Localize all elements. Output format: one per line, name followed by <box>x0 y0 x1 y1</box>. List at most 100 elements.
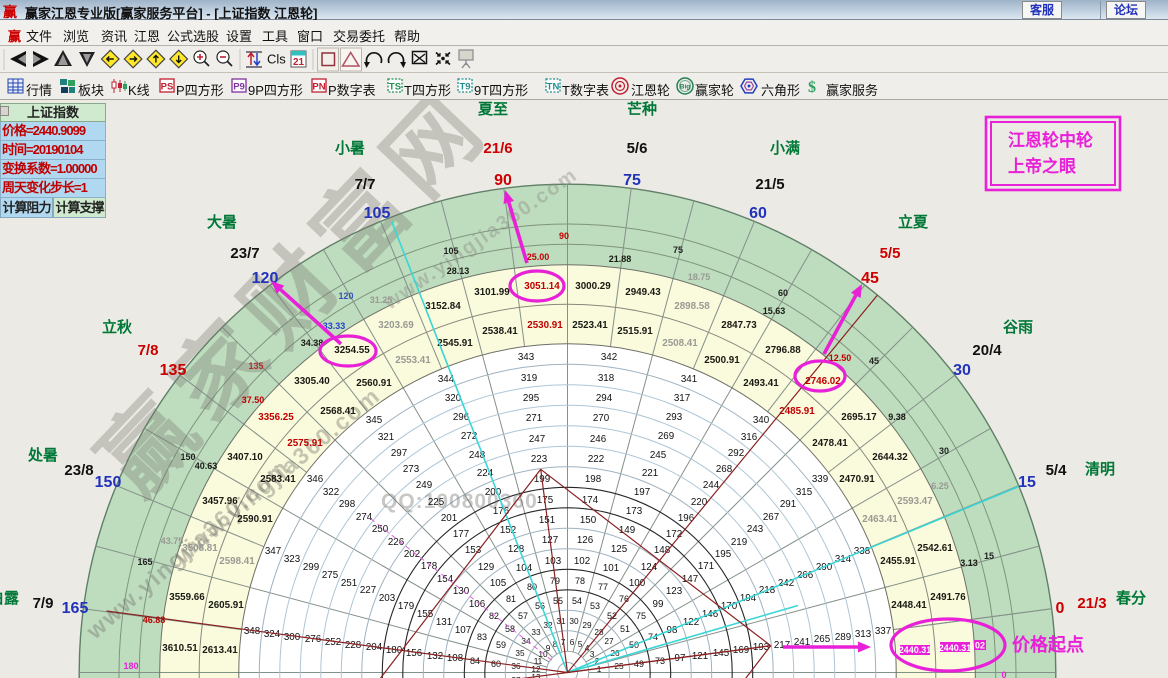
svg-text:2695.17: 2695.17 <box>841 412 877 423</box>
svg-text:清明: 清明 <box>1085 460 1115 478</box>
svg-text:153: 153 <box>465 545 482 556</box>
svg-text:246: 246 <box>590 434 607 445</box>
svg-text:316: 316 <box>741 432 758 443</box>
svg-text:268: 268 <box>716 464 733 475</box>
svg-text:3508.81: 3508.81 <box>182 543 218 554</box>
svg-text:2847.73: 2847.73 <box>721 320 757 331</box>
svg-text:2545.91: 2545.91 <box>437 338 473 349</box>
svg-text:165: 165 <box>62 600 89 617</box>
svg-text:2560.91: 2560.91 <box>356 378 392 389</box>
svg-text:251: 251 <box>341 578 357 589</box>
svg-text:150: 150 <box>180 452 195 462</box>
svg-text:299: 299 <box>303 562 319 573</box>
svg-text:347: 347 <box>265 546 281 557</box>
svg-text:T9: T9 <box>459 82 470 93</box>
svg-text:30: 30 <box>569 616 579 626</box>
svg-text:271: 271 <box>526 413 542 424</box>
svg-text:P9: P9 <box>233 82 245 93</box>
svg-text:293: 293 <box>666 412 683 423</box>
svg-text:196: 196 <box>678 513 695 524</box>
svg-text:2568.41: 2568.41 <box>320 406 356 417</box>
svg-text:2508.41: 2508.41 <box>662 338 698 349</box>
svg-text:292: 292 <box>728 448 744 459</box>
svg-text:2644.32: 2644.32 <box>872 452 908 463</box>
svg-text:31.25: 31.25 <box>370 295 393 305</box>
svg-text:58: 58 <box>505 624 515 634</box>
svg-text:TS: TS <box>389 82 401 93</box>
svg-text:321: 321 <box>378 432 394 443</box>
svg-text:2605.91: 2605.91 <box>208 600 244 611</box>
svg-text:228: 228 <box>345 640 362 651</box>
svg-text:197: 197 <box>634 487 650 498</box>
svg-text:45: 45 <box>861 270 879 287</box>
svg-text:3559.66: 3559.66 <box>169 592 205 603</box>
svg-text:21: 21 <box>293 57 305 68</box>
svg-text:18.75: 18.75 <box>688 272 711 282</box>
svg-text:9.38: 9.38 <box>888 412 906 422</box>
svg-text:54: 54 <box>572 596 582 606</box>
svg-text:341: 341 <box>681 374 697 385</box>
svg-text:198: 198 <box>585 474 602 485</box>
svg-text:178: 178 <box>421 561 438 572</box>
svg-text:313: 313 <box>855 629 872 640</box>
svg-text:5: 5 <box>578 639 583 649</box>
svg-text:Big: Big <box>680 84 691 91</box>
svg-text:156: 156 <box>406 648 423 659</box>
svg-text:294: 294 <box>596 393 613 404</box>
svg-text:174: 174 <box>582 495 599 506</box>
svg-text:337: 337 <box>875 626 891 637</box>
svg-text:处暑: 处暑 <box>27 446 58 464</box>
svg-text:315: 315 <box>796 487 813 498</box>
svg-text:52: 52 <box>607 611 617 621</box>
svg-text:3305.40: 3305.40 <box>294 376 330 387</box>
svg-text:6.25: 6.25 <box>931 481 949 491</box>
svg-text:3.13: 3.13 <box>960 558 978 568</box>
svg-text:83: 83 <box>477 632 487 642</box>
svg-text:35: 35 <box>515 648 525 658</box>
svg-text:Cls: Cls <box>267 52 286 67</box>
svg-text:上帝之眼: 上帝之眼 <box>1008 156 1076 176</box>
svg-text:105: 105 <box>364 205 391 222</box>
svg-text:28.13: 28.13 <box>447 266 470 276</box>
svg-text:3101.99: 3101.99 <box>474 287 510 298</box>
svg-text:295: 295 <box>523 393 540 404</box>
svg-text:21/6: 21/6 <box>483 140 512 157</box>
svg-text:$: $ <box>808 79 816 96</box>
svg-text:121: 121 <box>692 651 708 662</box>
svg-text:02: 02 <box>975 641 985 651</box>
svg-text:5/5: 5/5 <box>880 245 901 262</box>
svg-text:220: 220 <box>691 497 708 508</box>
svg-text:104: 104 <box>516 563 533 574</box>
svg-text:40.63: 40.63 <box>195 461 218 471</box>
svg-text:2796.88: 2796.88 <box>765 345 801 356</box>
svg-text:107: 107 <box>455 625 471 636</box>
svg-text:265: 265 <box>814 634 831 645</box>
svg-text:195: 195 <box>715 549 732 560</box>
svg-text:201: 201 <box>441 513 457 524</box>
svg-text:247: 247 <box>529 434 545 445</box>
svg-text:立夏: 立夏 <box>898 213 929 231</box>
svg-text:227: 227 <box>360 585 376 596</box>
svg-text:25.00: 25.00 <box>527 252 550 262</box>
svg-text:2553.41: 2553.41 <box>395 355 431 366</box>
svg-text:342: 342 <box>601 352 617 363</box>
svg-text:27: 27 <box>604 636 614 646</box>
svg-text:2500.91: 2500.91 <box>704 355 740 366</box>
svg-text:PN: PN <box>312 82 325 93</box>
svg-text:5/4: 5/4 <box>1046 462 1068 479</box>
svg-text:222: 222 <box>588 454 604 465</box>
svg-text:21/3: 21/3 <box>1077 595 1106 612</box>
svg-text:15: 15 <box>1018 474 1036 491</box>
svg-text:夏至: 夏至 <box>477 101 508 118</box>
svg-text:131: 131 <box>436 617 452 628</box>
svg-text:2590.91: 2590.91 <box>237 514 273 525</box>
svg-text:立秋: 立秋 <box>102 318 133 336</box>
svg-text:219: 219 <box>731 537 747 548</box>
svg-text:345: 345 <box>366 415 383 426</box>
svg-text:7/9: 7/9 <box>33 595 54 612</box>
svg-text:小满: 小满 <box>770 139 800 157</box>
svg-text:51: 51 <box>620 624 630 634</box>
svg-text:165: 165 <box>137 557 152 567</box>
svg-text:226: 226 <box>388 537 405 548</box>
svg-text:102: 102 <box>574 556 590 567</box>
